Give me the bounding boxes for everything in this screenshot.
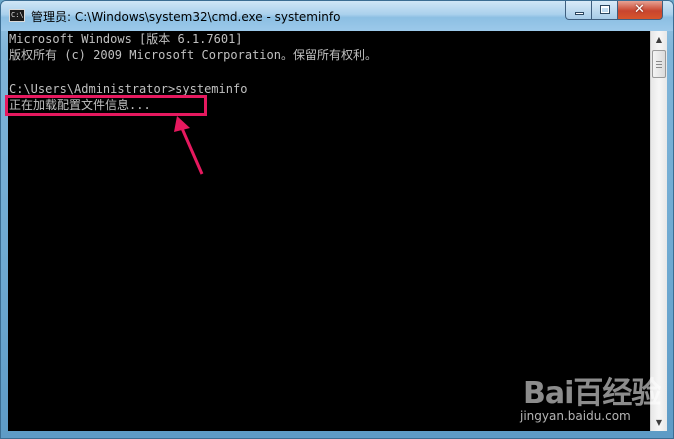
pointer-arrow-icon — [174, 116, 204, 175]
console-line-version: Microsoft Windows [版本 6.1.7601] — [9, 32, 243, 46]
cmd-icon-text: C:\ — [11, 11, 24, 19]
close-icon: ✕ — [634, 2, 645, 17]
grip-line — [656, 67, 662, 68]
cmd-icon[interactable]: C:\ — [9, 9, 25, 22]
scroll-up-icon[interactable]: ▲ — [651, 31, 667, 48]
minimize-button[interactable] — [565, 1, 592, 20]
grip-line — [656, 64, 662, 65]
watermark-logo: Bai百经验 — [523, 376, 661, 411]
minimize-icon — [575, 12, 584, 15]
watermark-url: jingyan.baidu.com — [520, 409, 631, 423]
maximize-icon — [600, 5, 610, 14]
highlight-box — [5, 95, 207, 116]
window-title: 管理员: C:\Windows\system32\cmd.exe - syste… — [31, 10, 341, 24]
close-button[interactable]: ✕ — [618, 1, 663, 20]
scroll-thumb[interactable] — [652, 50, 666, 78]
baidu-watermark: Bai百经验 jingyan.baidu.com — [508, 368, 661, 430]
maximize-button[interactable] — [592, 1, 618, 20]
grip-line — [656, 61, 662, 62]
console-line-copyright: 版权所有 (c) 2009 Microsoft Corporation。保留所有… — [9, 48, 377, 62]
